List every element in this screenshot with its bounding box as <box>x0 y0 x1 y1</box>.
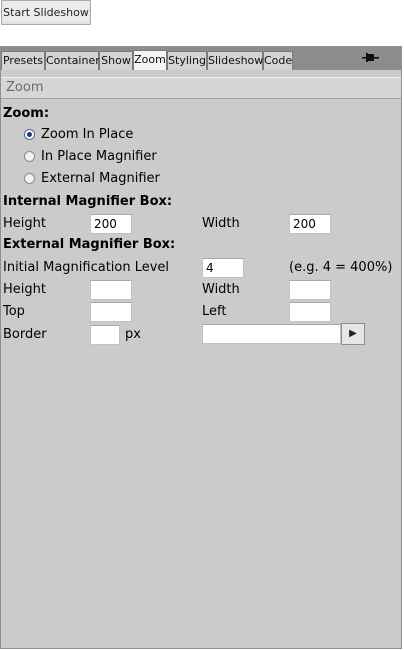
tab-show[interactable]: Show <box>99 51 133 70</box>
play-icon: ▶ <box>349 328 357 339</box>
radio-label-zoom-in-place[interactable]: Zoom In Place <box>41 127 133 142</box>
radio-label-external-magnifier[interactable]: External Magnifier <box>41 171 160 186</box>
border-unit-label: px <box>125 327 141 342</box>
radio-zoom-in-place[interactable] <box>24 129 35 140</box>
external-top-field[interactable] <box>90 302 132 322</box>
tab-code[interactable]: Code <box>263 51 293 70</box>
magnification-label: Initial Magnification Level <box>3 260 170 275</box>
external-top-label: Top <box>3 304 25 319</box>
external-box-heading: External Magnifier Box: <box>3 237 176 252</box>
tab-presets[interactable]: Presets <box>1 51 45 70</box>
magnification-field[interactable]: 4 <box>202 258 244 278</box>
internal-height-field[interactable]: 200 <box>90 214 132 234</box>
internal-height-label: Height <box>3 216 46 231</box>
section-title: Zoom <box>6 80 44 95</box>
external-height-field[interactable] <box>90 280 132 300</box>
border-style-picker-button[interactable]: ▶ <box>341 323 365 345</box>
start-slideshow-button[interactable]: Start Slideshow <box>1 0 91 25</box>
radio-label-in-place-magnifier[interactable]: In Place Magnifier <box>41 149 157 164</box>
tab-strip: Presets Container Show Zoom Styling Slid… <box>1 47 401 70</box>
settings-panel: Presets Container Show Zoom Styling Slid… <box>0 46 402 649</box>
tab-zoom[interactable]: Zoom <box>133 50 167 70</box>
tab-container[interactable]: Container <box>45 51 100 70</box>
tab-styling[interactable]: Styling <box>167 51 207 70</box>
border-label: Border <box>3 327 47 342</box>
radio-external-magnifier[interactable] <box>24 173 35 184</box>
border-style-field[interactable] <box>202 324 341 344</box>
internal-width-field[interactable]: 200 <box>289 214 331 234</box>
magnification-hint: (e.g. 4 = 400%) <box>289 260 393 275</box>
radio-in-place-magnifier[interactable] <box>24 151 35 162</box>
external-width-field[interactable] <box>289 280 331 300</box>
external-height-label: Height <box>3 282 46 297</box>
pin-icon[interactable] <box>361 51 381 65</box>
section-header: Zoom <box>1 77 401 99</box>
internal-width-label: Width <box>202 216 240 231</box>
zoom-heading: Zoom: <box>3 106 50 121</box>
external-left-label: Left <box>202 304 227 319</box>
internal-box-heading: Internal Magnifier Box: <box>3 194 173 209</box>
external-left-field[interactable] <box>289 302 331 322</box>
external-width-label: Width <box>202 282 240 297</box>
tab-slideshow[interactable]: Slideshow <box>207 51 263 70</box>
border-width-field[interactable] <box>90 325 120 345</box>
